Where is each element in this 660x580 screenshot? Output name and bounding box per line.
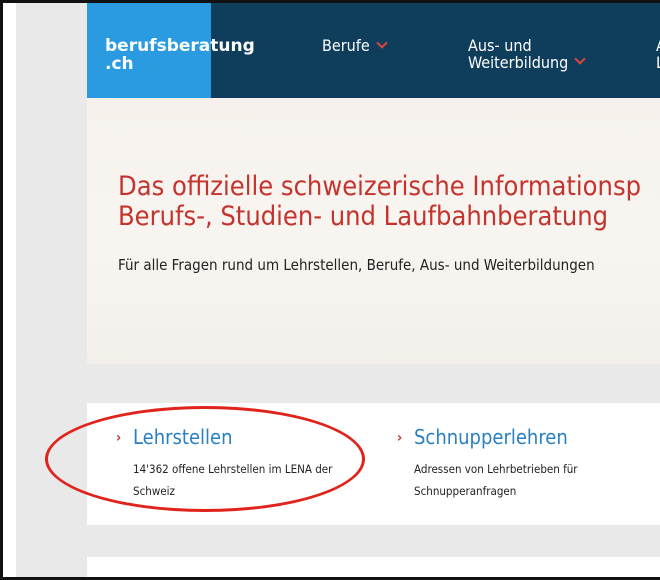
link-schnupperlehren[interactable]: Schnupperlehren: [414, 426, 568, 448]
hero-title: Das offizielle schweizerische Informatio…: [118, 171, 642, 232]
highlight-ellipse: [45, 406, 365, 512]
chevron-down-icon: [376, 37, 388, 49]
logo-line-2: .ch: [105, 54, 134, 74]
chevron-down-icon: [574, 53, 586, 65]
site-logo[interactable]: berufsberatung .ch: [87, 3, 255, 98]
nav-label-aus-und-weiterbildung: Aus- und Weiterbildung: [468, 36, 569, 72]
nav-item-cut-off[interactable]: A L: [656, 37, 660, 71]
nav-item-aus-und-weiterbildung[interactable]: Aus- und Weiterbildung: [468, 36, 586, 72]
hero-subtitle: Für alle Fragen rund um Lehrstellen, Ber…: [118, 256, 595, 274]
chevron-right-icon: ›: [397, 430, 403, 446]
screenshot-border-left: [0, 0, 3, 580]
next-section-card: [87, 557, 660, 577]
link-schnupperlehren-description: Adressen von Lehrbetrieben für Schnupper…: [414, 462, 578, 498]
nav-label-berufe: Berufe: [322, 36, 370, 55]
site-header: berufsberatung .ch Berufe Aus- und Weite…: [87, 3, 660, 113]
logo-line-1: berufsberatung: [105, 36, 255, 56]
nav-item-berufe[interactable]: Berufe: [322, 36, 388, 55]
